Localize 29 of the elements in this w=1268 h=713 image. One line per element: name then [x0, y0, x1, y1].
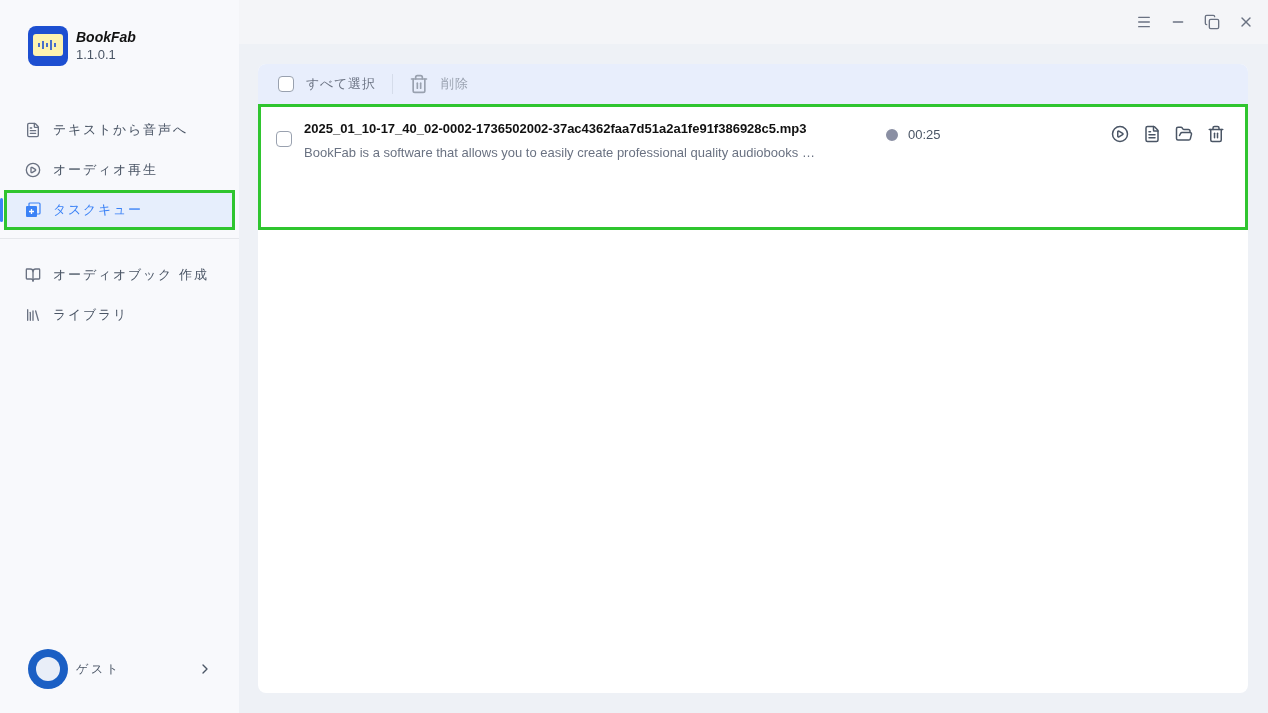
nav-item[interactable]: ライブラリ	[4, 295, 235, 335]
select-all-checkbox[interactable]: すべて選択	[278, 74, 376, 94]
document-icon[interactable]	[1143, 125, 1161, 143]
nav-item[interactable]: テキストから音声へ	[4, 110, 235, 150]
app-version: 1.1.0.1	[76, 46, 117, 63]
task-checkbox[interactable]	[276, 131, 292, 147]
folder-icon[interactable]	[1175, 125, 1193, 143]
app-name: BookFab	[76, 29, 136, 47]
restore-icon[interactable]	[1204, 14, 1220, 30]
task-duration: 00:25	[908, 126, 941, 144]
play-icon	[25, 162, 41, 178]
task-description: BookFab is a software that allows you to easily create professional quality audiobooks …	[304, 143, 816, 162]
task-filename: 2025_01_10-17_40_02-0002-1736502002-37ac4362faa7d51a2a1fe91f386928c5.mp3	[304, 120, 808, 138]
trash-icon	[409, 74, 429, 94]
nav-item[interactable]: オーディオブック 作成	[4, 255, 235, 295]
task-row[interactable]: 2025_01_10-17_40_02-0002-1736502002-37ac4362faa7d51a2a1fe91f386928c5.mp3 BookFab is a software that allows you to easily create professional quality audiobooks … 00:25	[258, 104, 1248, 230]
document-icon	[25, 122, 41, 138]
avatar	[28, 649, 68, 689]
active-indicator	[0, 198, 3, 222]
library-icon	[25, 307, 41, 323]
book-icon	[25, 267, 41, 283]
play-icon[interactable]	[1111, 125, 1129, 143]
menu-icon[interactable]	[1136, 14, 1152, 30]
nav-item[interactable]: オーディオ再生	[4, 150, 235, 190]
user-name: ゲスト	[76, 661, 121, 678]
stacked-squares-icon	[25, 202, 41, 218]
delete-icon[interactable]	[1207, 125, 1225, 143]
app-logo-icon	[28, 26, 68, 66]
clock-icon	[884, 126, 900, 143]
